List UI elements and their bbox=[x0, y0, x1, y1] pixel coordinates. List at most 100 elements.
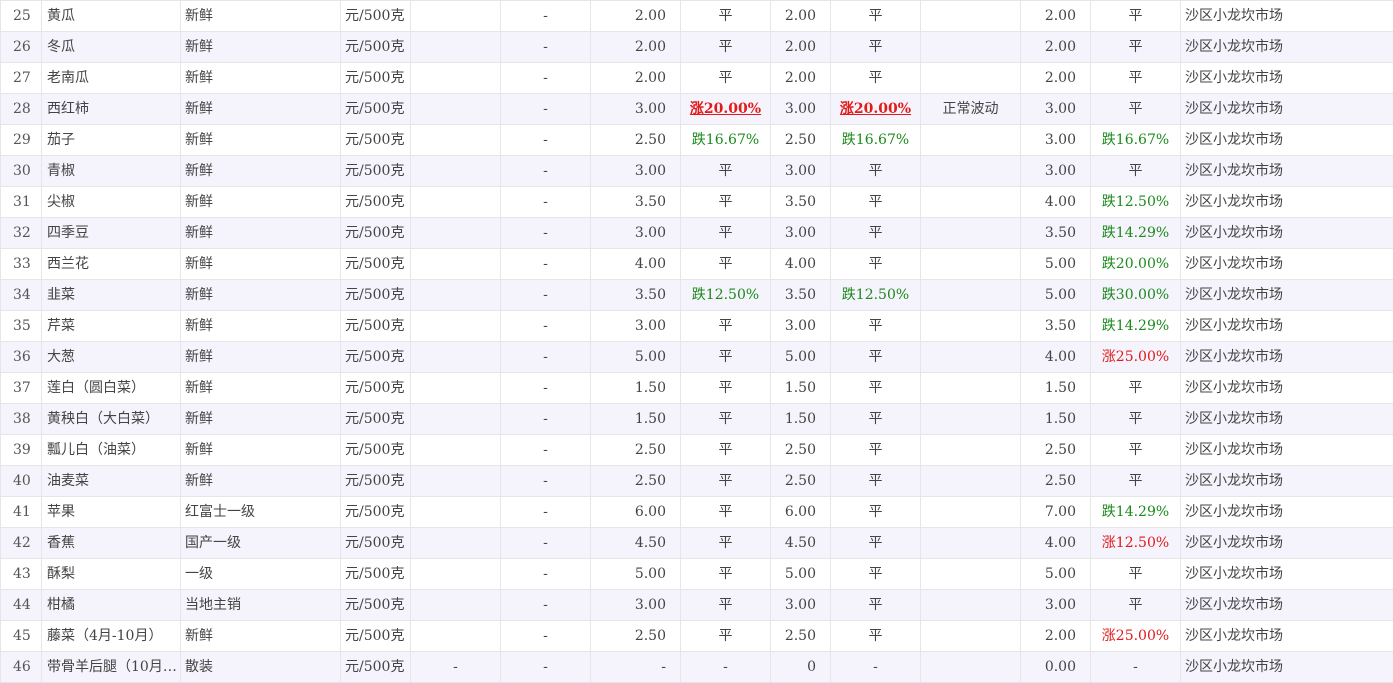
price-avg: 2.00 bbox=[771, 1, 831, 32]
blank-cell-1 bbox=[411, 342, 501, 373]
price-unit: 元/500克 bbox=[341, 187, 411, 218]
row-index: 33 bbox=[1, 249, 42, 280]
price-prev: 4.00 bbox=[1021, 528, 1091, 559]
row-index: 37 bbox=[1, 373, 42, 404]
note bbox=[921, 63, 1021, 94]
price-avg: 2.00 bbox=[771, 63, 831, 94]
note bbox=[921, 280, 1021, 311]
change-3: 平 bbox=[1091, 590, 1181, 621]
row-index: 41 bbox=[1, 497, 42, 528]
change-3: 涨12.50% bbox=[1091, 528, 1181, 559]
change-2: 平 bbox=[831, 1, 921, 32]
change-3: 跌16.67% bbox=[1091, 125, 1181, 156]
change-1: 平 bbox=[681, 63, 771, 94]
market-name: 沙区小龙坎市场 bbox=[1181, 497, 1393, 528]
blank-cell-2: - bbox=[501, 497, 591, 528]
price-prev: 4.00 bbox=[1021, 187, 1091, 218]
price-avg: 6.00 bbox=[771, 497, 831, 528]
price-unit: 元/500克 bbox=[341, 280, 411, 311]
price-prev: 7.00 bbox=[1021, 497, 1091, 528]
change-1: 平 bbox=[681, 497, 771, 528]
product-spec: 新鲜 bbox=[181, 466, 341, 497]
change-3: 跌12.50% bbox=[1091, 187, 1181, 218]
price-prev: 1.50 bbox=[1021, 404, 1091, 435]
market-name: 沙区小龙坎市场 bbox=[1181, 528, 1393, 559]
price-prev: 2.00 bbox=[1021, 1, 1091, 32]
blank-cell-2: - bbox=[501, 435, 591, 466]
price-today: 6.00 bbox=[591, 497, 681, 528]
price-today: - bbox=[591, 652, 681, 683]
price-today: 4.00 bbox=[591, 249, 681, 280]
table-row: 34韭菜新鲜元/500克-3.50跌12.50%3.50跌12.50%5.00跌… bbox=[1, 280, 1393, 311]
change-2: 平 bbox=[831, 32, 921, 63]
product-spec: 新鲜 bbox=[181, 311, 341, 342]
product-name: 韭菜 bbox=[42, 280, 181, 311]
table-row: 43酥梨一级元/500克-5.00平5.00平5.00平沙区小龙坎市场 bbox=[1, 559, 1393, 590]
market-name: 沙区小龙坎市场 bbox=[1181, 32, 1393, 63]
note bbox=[921, 497, 1021, 528]
row-index: 29 bbox=[1, 125, 42, 156]
blank-cell-2: - bbox=[501, 125, 591, 156]
table-row: 39瓢儿白（油菜）新鲜元/500克-2.50平2.50平2.50平沙区小龙坎市场 bbox=[1, 435, 1393, 466]
change-1: 平 bbox=[681, 590, 771, 621]
price-avg: 3.00 bbox=[771, 218, 831, 249]
row-index: 25 bbox=[1, 1, 42, 32]
price-today: 2.50 bbox=[591, 435, 681, 466]
price-prev: 2.00 bbox=[1021, 63, 1091, 94]
change-2: 跌16.67% bbox=[831, 125, 921, 156]
price-unit: 元/500克 bbox=[341, 528, 411, 559]
price-unit: 元/500克 bbox=[341, 652, 411, 683]
change-2: 平 bbox=[831, 528, 921, 559]
blank-cell-2: - bbox=[501, 373, 591, 404]
price-avg: 3.50 bbox=[771, 187, 831, 218]
blank-cell-2: - bbox=[501, 404, 591, 435]
product-name: 黄秧白（大白菜） bbox=[42, 404, 181, 435]
product-name: 瓢儿白（油菜） bbox=[42, 435, 181, 466]
market-name: 沙区小龙坎市场 bbox=[1181, 373, 1393, 404]
product-spec: 新鲜 bbox=[181, 32, 341, 63]
change-1: 平 bbox=[681, 156, 771, 187]
change-2: 平 bbox=[831, 218, 921, 249]
price-prev: 5.00 bbox=[1021, 559, 1091, 590]
price-unit: 元/500克 bbox=[341, 373, 411, 404]
price-unit: 元/500克 bbox=[341, 559, 411, 590]
product-name: 青椒 bbox=[42, 156, 181, 187]
blank-cell-2: - bbox=[501, 621, 591, 652]
note bbox=[921, 559, 1021, 590]
product-name: 香蕉 bbox=[42, 528, 181, 559]
price-prev: 5.00 bbox=[1021, 249, 1091, 280]
change-1: 平 bbox=[681, 621, 771, 652]
row-index: 44 bbox=[1, 590, 42, 621]
price-unit: 元/500克 bbox=[341, 590, 411, 621]
blank-cell-1 bbox=[411, 156, 501, 187]
product-spec: 新鲜 bbox=[181, 621, 341, 652]
blank-cell-1 bbox=[411, 466, 501, 497]
change-1: - bbox=[681, 652, 771, 683]
market-name: 沙区小龙坎市场 bbox=[1181, 156, 1393, 187]
note bbox=[921, 466, 1021, 497]
change-2: - bbox=[831, 652, 921, 683]
change-3: 平 bbox=[1091, 404, 1181, 435]
price-today: 5.00 bbox=[591, 559, 681, 590]
change-1: 平 bbox=[681, 218, 771, 249]
market-name: 沙区小龙坎市场 bbox=[1181, 94, 1393, 125]
price-today: 2.00 bbox=[591, 32, 681, 63]
note bbox=[921, 32, 1021, 63]
market-name: 沙区小龙坎市场 bbox=[1181, 435, 1393, 466]
market-name: 沙区小龙坎市场 bbox=[1181, 187, 1393, 218]
price-table: 25黄瓜新鲜元/500克-2.00平2.00平2.00平沙区小龙坎市场26冬瓜新… bbox=[0, 0, 1393, 683]
blank-cell-2: - bbox=[501, 311, 591, 342]
change-3: 跌30.00% bbox=[1091, 280, 1181, 311]
change-1: 跌16.67% bbox=[681, 125, 771, 156]
price-avg: 3.00 bbox=[771, 156, 831, 187]
price-avg: 4.50 bbox=[771, 528, 831, 559]
blank-cell-2: - bbox=[501, 1, 591, 32]
market-name: 沙区小龙坎市场 bbox=[1181, 590, 1393, 621]
market-name: 沙区小龙坎市场 bbox=[1181, 218, 1393, 249]
product-name: 带骨羊后腿（10月-… bbox=[42, 652, 181, 683]
change-3: 平 bbox=[1091, 373, 1181, 404]
price-today: 2.50 bbox=[591, 621, 681, 652]
price-avg: 5.00 bbox=[771, 559, 831, 590]
change-2: 平 bbox=[831, 156, 921, 187]
change-1: 平 bbox=[681, 249, 771, 280]
